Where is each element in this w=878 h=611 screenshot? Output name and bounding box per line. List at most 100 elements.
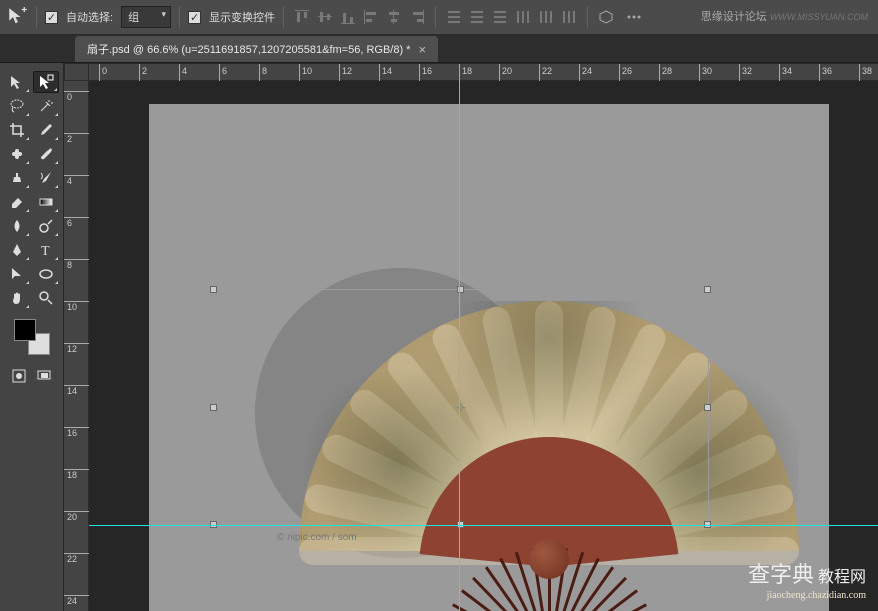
history-brush-tool[interactable] [33,167,59,189]
dist-top-icon[interactable] [444,7,464,27]
ruler-tick: 26 [619,64,632,82]
vertical-ruler[interactable]: 024681012141618202224 [64,63,89,611]
horizontal-ruler[interactable]: 02468101214161820222426283032343638 [89,63,878,81]
ruler-tick: 8 [64,259,89,270]
document-tab-bar: 扇子.psd @ 66.6% (u=2511691857,1207205581&… [0,35,878,63]
auto-select-checkbox[interactable]: ✓ [45,11,58,24]
auto-select-dropdown[interactable]: 组 [121,6,171,28]
ruler-tick: 22 [64,553,89,564]
eyedropper-tool[interactable] [33,119,59,141]
toolbox: T [0,63,64,611]
ruler-tick: 20 [64,511,89,522]
foreground-color-swatch[interactable] [14,319,36,341]
gradient-tool[interactable] [33,191,59,213]
quick-mask-icon[interactable] [8,365,30,387]
ruler-tick: 16 [64,427,89,438]
ruler-tick: 10 [299,64,312,82]
watermark-suffix: 教程网 [818,569,866,586]
transform-center-icon[interactable]: ✛ [456,401,466,415]
transform-bounding-box[interactable]: ✛ [213,289,709,526]
ruler-tick: 4 [64,175,89,186]
blur-tool[interactable] [4,215,30,237]
align-bottom-icon[interactable] [338,7,358,27]
vertical-guide[interactable] [459,81,460,611]
type-tool[interactable]: T [33,239,59,261]
ruler-tick: 8 [259,64,267,82]
ruler-tick: 16 [419,64,432,82]
ruler-tick: 30 [699,64,712,82]
more-options-icon[interactable] [624,7,644,27]
transform-handle-tr[interactable] [704,286,711,293]
spot-healing-tool[interactable] [4,143,30,165]
path-selection-tool[interactable] [4,263,30,285]
watermark-text: 思缘设计论坛 [701,11,767,23]
ruler-tick: 32 [739,64,752,82]
ruler-tick: 0 [64,91,89,102]
ruler-tick: 12 [64,343,89,354]
ruler-tick: 20 [499,64,512,82]
dist-left-icon[interactable] [513,7,533,27]
watermark-domain: jiaocheng.chazidian.com [767,590,866,601]
divider [36,6,37,28]
align-hcenter-icon[interactable] [384,7,404,27]
ruler-tick: 28 [659,64,672,82]
color-picker[interactable] [14,319,50,355]
lasso-tool[interactable] [4,95,30,117]
ruler-tick: 24 [579,64,592,82]
divider [435,6,436,28]
ruler-tick: 2 [139,64,147,82]
ruler-tick: 2 [64,133,89,144]
ruler-tick: 14 [379,64,392,82]
dodge-tool[interactable] [33,215,59,237]
ruler-tick: 34 [779,64,792,82]
nipic-watermark: © nipic.com / som [277,532,357,543]
align-left-icon[interactable] [361,7,381,27]
align-group-1 [292,7,427,27]
transform-handle-mr[interactable] [704,404,711,411]
transform-handle-ml[interactable] [210,404,217,411]
watermark-brand: 查字典 [748,562,814,587]
show-transform-checkbox[interactable]: ✓ [188,11,201,24]
artboard-tool[interactable] [33,71,59,93]
hand-tool[interactable] [4,287,30,309]
magic-wand-tool[interactable] [33,95,59,117]
shape-tool[interactable] [33,263,59,285]
ruler-tick: 10 [64,301,89,312]
ruler-tick: 18 [459,64,472,82]
ruler-tick: 4 [179,64,187,82]
dist-hcenter-icon[interactable] [536,7,556,27]
pen-tool[interactable] [4,239,30,261]
distribute-group [444,7,579,27]
ruler-tick: 0 [99,64,107,82]
align-vcenter-icon[interactable] [315,7,335,27]
move-tool-indicator [8,9,28,25]
bottom-watermark: 查字典教程网 jiaocheng.chazidian.com [748,557,866,601]
align-top-icon[interactable] [292,7,312,27]
ruler-tick: 36 [819,64,832,82]
horizontal-guide[interactable] [89,525,878,526]
top-watermark: 思缘设计论坛 WWW.MISSYUAN.COM [701,8,868,24]
crop-tool[interactable] [4,119,30,141]
screen-mode-icon[interactable] [34,365,56,387]
tab-close-icon[interactable]: × [418,42,426,57]
transform-handle-tl[interactable] [210,286,217,293]
eraser-tool[interactable] [4,191,30,213]
dist-bottom-icon[interactable] [490,7,510,27]
show-transform-label: 显示变换控件 [209,9,275,25]
align-right-icon[interactable] [407,7,427,27]
document-tab[interactable]: 扇子.psd @ 66.6% (u=2511691857,1207205581&… [75,36,438,62]
watermark-url: WWW.MISSYUAN.COM [770,12,868,22]
ruler-tick: 24 [64,595,89,606]
zoom-tool[interactable] [33,287,59,309]
3d-mode-icon[interactable] [596,7,616,27]
auto-select-label: 自动选择: [66,9,113,25]
divider [587,6,588,28]
dist-right-icon[interactable] [559,7,579,27]
move-tool[interactable] [4,71,30,93]
ruler-corner [64,63,89,81]
canvas-area[interactable]: © nipic.com / som ✛ [89,81,878,611]
ruler-tick: 22 [539,64,552,82]
brush-tool[interactable] [33,143,59,165]
clone-stamp-tool[interactable] [4,167,30,189]
dist-vcenter-icon[interactable] [467,7,487,27]
